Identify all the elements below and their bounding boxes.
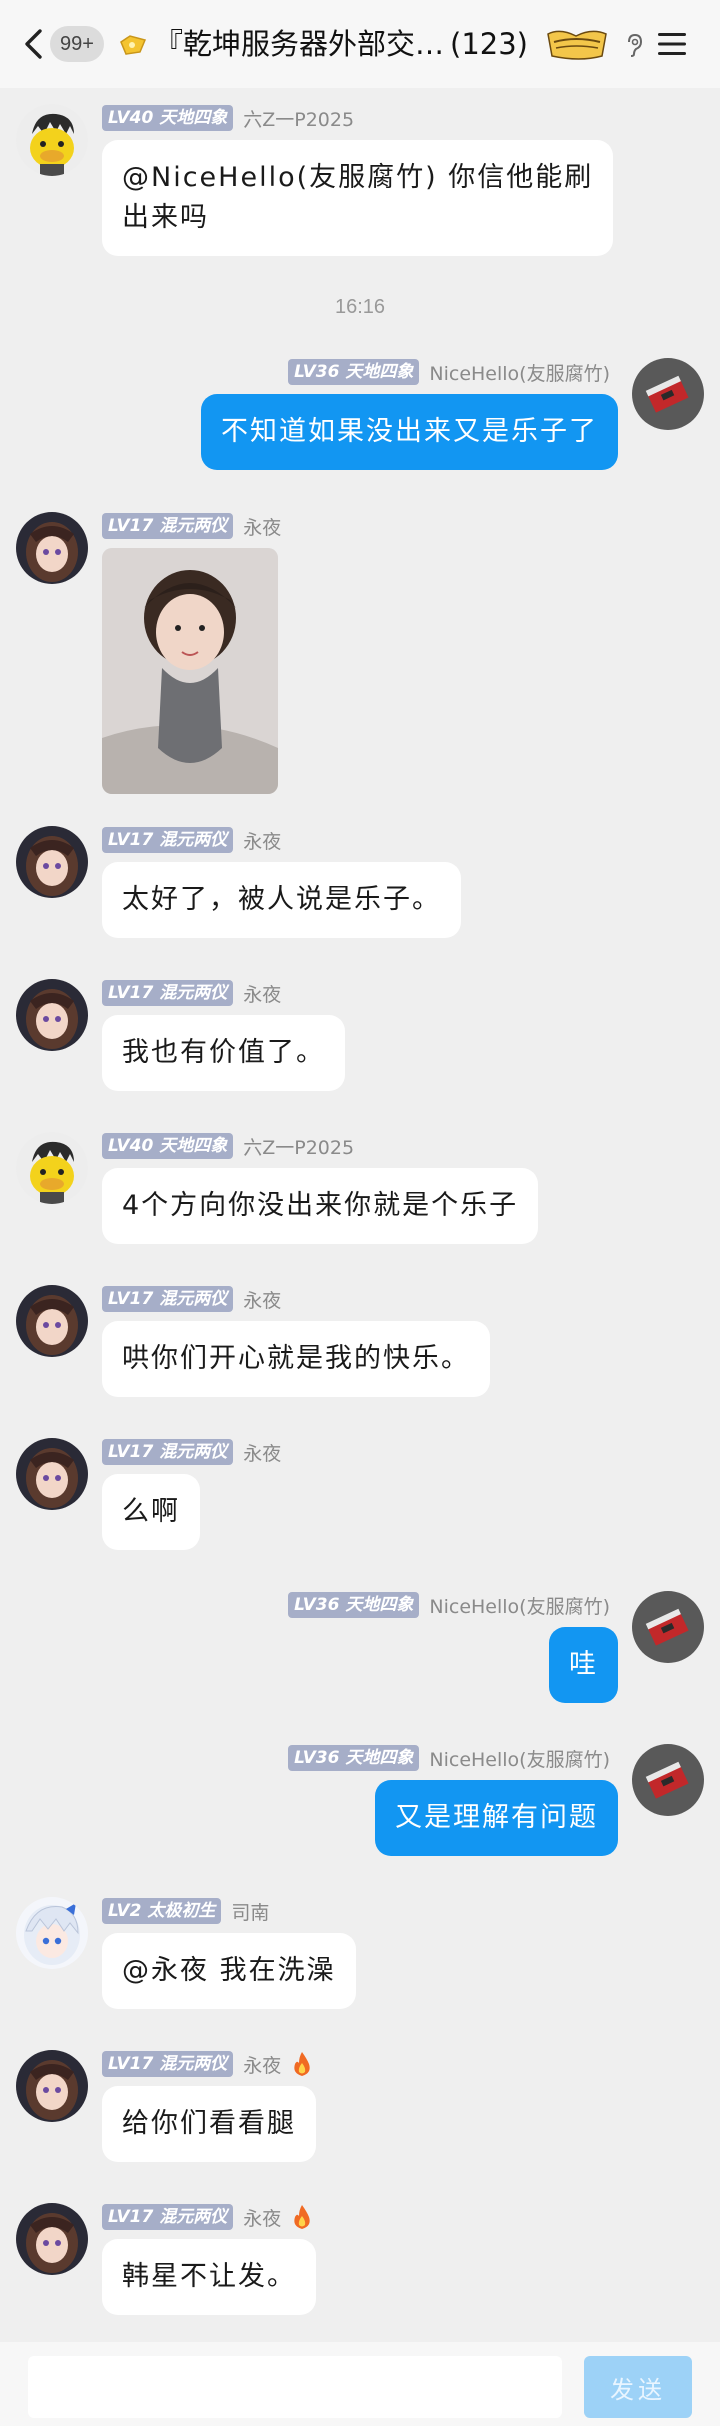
- level-tag: LV17 混元两仪: [102, 1439, 234, 1465]
- sender-name[interactable]: 永夜: [243, 2204, 281, 2231]
- group-badge-icon: [120, 35, 147, 55]
- message-meta: LV36 天地四象 NiceHello(友服腐竹): [288, 1591, 610, 1619]
- sender-name[interactable]: 六Z一P2025: [243, 105, 354, 132]
- message-input[interactable]: [28, 2356, 562, 2418]
- level-tag: LV36 天地四象: [288, 359, 420, 385]
- message-meta: LV17 混元两仪 永夜: [102, 826, 281, 854]
- group-name: 『乾坤服务器外部交…: [154, 27, 445, 61]
- level-tag: LV17 混元两仪: [102, 827, 234, 853]
- red-chest-avatar[interactable]: [632, 1744, 704, 1816]
- message-meta: LV17 混元两仪 永夜: [102, 2203, 313, 2231]
- group-title[interactable]: 『乾坤服务器外部交… (123): [154, 24, 534, 64]
- sender-name[interactable]: 永夜: [243, 980, 281, 1007]
- message-bubble[interactable]: 么啊: [102, 1474, 200, 1550]
- send-button[interactable]: 发送: [584, 2356, 692, 2418]
- message-bubble[interactable]: 太好了，被人说是乐子。: [102, 862, 461, 938]
- anime-girl-avatar[interactable]: [16, 1438, 88, 1510]
- message-meta: LV36 天地四象 NiceHello(友服腐竹): [288, 358, 610, 386]
- level-tag: LV17 混元两仪: [102, 2204, 234, 2230]
- level-tag: LV36 天地四象: [288, 1745, 420, 1771]
- sender-name[interactable]: 永夜: [243, 827, 281, 854]
- white-hair-avatar[interactable]: [16, 1897, 88, 1969]
- level-tag: LV2 太极初生: [102, 1898, 222, 1924]
- message-meta: LV17 混元两仪 永夜: [102, 2050, 313, 2078]
- sender-name[interactable]: NiceHello(友服腐竹): [429, 1745, 610, 1772]
- level-tag: LV17 混元两仪: [102, 513, 234, 539]
- sender-name[interactable]: NiceHello(友服腐竹): [429, 1592, 610, 1619]
- ear-icon[interactable]: [624, 32, 644, 58]
- anime-girl-avatar[interactable]: [16, 826, 88, 898]
- level-tag: LV17 混元两仪: [102, 1286, 234, 1312]
- anime-girl-avatar[interactable]: [16, 979, 88, 1051]
- anime-girl-avatar[interactable]: [16, 1285, 88, 1357]
- message-meta: LV36 天地四象 NiceHello(友服腐竹): [288, 1744, 610, 1772]
- yellow-duck-avatar[interactable]: [16, 1132, 88, 1204]
- unread-count-badge[interactable]: 99+: [50, 26, 104, 62]
- sender-name[interactable]: 永夜: [243, 1439, 281, 1466]
- time-divider: 16:16: [334, 296, 386, 318]
- message-meta: LV40 天地四象 六Z一P2025: [102, 104, 354, 132]
- message-meta: LV17 混元两仪 永夜: [102, 512, 281, 540]
- sender-name[interactable]: 六Z一P2025: [243, 1133, 354, 1160]
- message-bubble[interactable]: 韩星不让发。: [102, 2239, 316, 2315]
- level-tag: LV40 天地四象: [102, 105, 234, 131]
- anime-girl-avatar[interactable]: [16, 512, 88, 584]
- message-bubble[interactable]: 哇: [549, 1627, 618, 1703]
- sender-name[interactable]: 永夜: [243, 513, 281, 540]
- message-meta: LV40 天地四象 六Z一P2025: [102, 1132, 354, 1160]
- message-bubble[interactable]: 又是理解有问题: [375, 1780, 618, 1856]
- level-tag: LV17 混元两仪: [102, 980, 234, 1006]
- message-meta: LV17 混元两仪 永夜: [102, 1285, 281, 1313]
- chat-header: 99+ 『乾坤服务器外部交… (123): [0, 0, 720, 88]
- member-count: (123): [450, 27, 528, 61]
- back-arrow-icon[interactable]: [22, 28, 46, 60]
- message-bubble[interactable]: 4个方向你没出来你就是个乐子: [102, 1168, 539, 1244]
- sender-name[interactable]: 司南: [231, 1898, 269, 1925]
- menu-icon[interactable]: [656, 30, 688, 58]
- message-bubble[interactable]: @NiceHello(友服腐竹) 你信他能刷 出来吗: [102, 140, 614, 256]
- sender-name[interactable]: 永夜: [243, 1286, 281, 1313]
- message-bubble[interactable]: @永夜 我在洗澡: [102, 1933, 356, 2009]
- message-bubble[interactable]: 给你们看看腿: [102, 2086, 316, 2162]
- portrait-photo[interactable]: [102, 548, 278, 794]
- sender-name[interactable]: NiceHello(友服腐竹): [429, 359, 610, 386]
- fire-icon: [294, 2052, 310, 2076]
- yellow-duck-avatar[interactable]: [16, 104, 88, 176]
- input-bar: 发送: [0, 2342, 720, 2426]
- message-bubble[interactable]: 不知道如果没出来又是乐子了: [201, 394, 618, 470]
- anime-girl-avatar[interactable]: [16, 2203, 88, 2275]
- sender-name[interactable]: 永夜: [243, 2051, 281, 2078]
- red-chest-avatar[interactable]: [632, 358, 704, 430]
- level-tag: LV36 天地四象: [288, 1592, 420, 1618]
- message-meta: LV17 混元两仪 永夜: [102, 1438, 281, 1466]
- fire-icon: [294, 2205, 310, 2229]
- brand-logo: [547, 30, 607, 60]
- message-bubble[interactable]: 哄你们开心就是我的快乐。: [102, 1321, 490, 1397]
- level-tag: LV40 天地四象: [102, 1133, 234, 1159]
- message-bubble[interactable]: 我也有价值了。: [102, 1015, 345, 1091]
- red-chest-avatar[interactable]: [632, 1591, 704, 1663]
- level-tag: LV17 混元两仪: [102, 2051, 234, 2077]
- message-meta: LV2 太极初生 司南: [102, 1897, 269, 1925]
- anime-girl-avatar[interactable]: [16, 2050, 88, 2122]
- message-meta: LV17 混元两仪 永夜: [102, 979, 281, 1007]
